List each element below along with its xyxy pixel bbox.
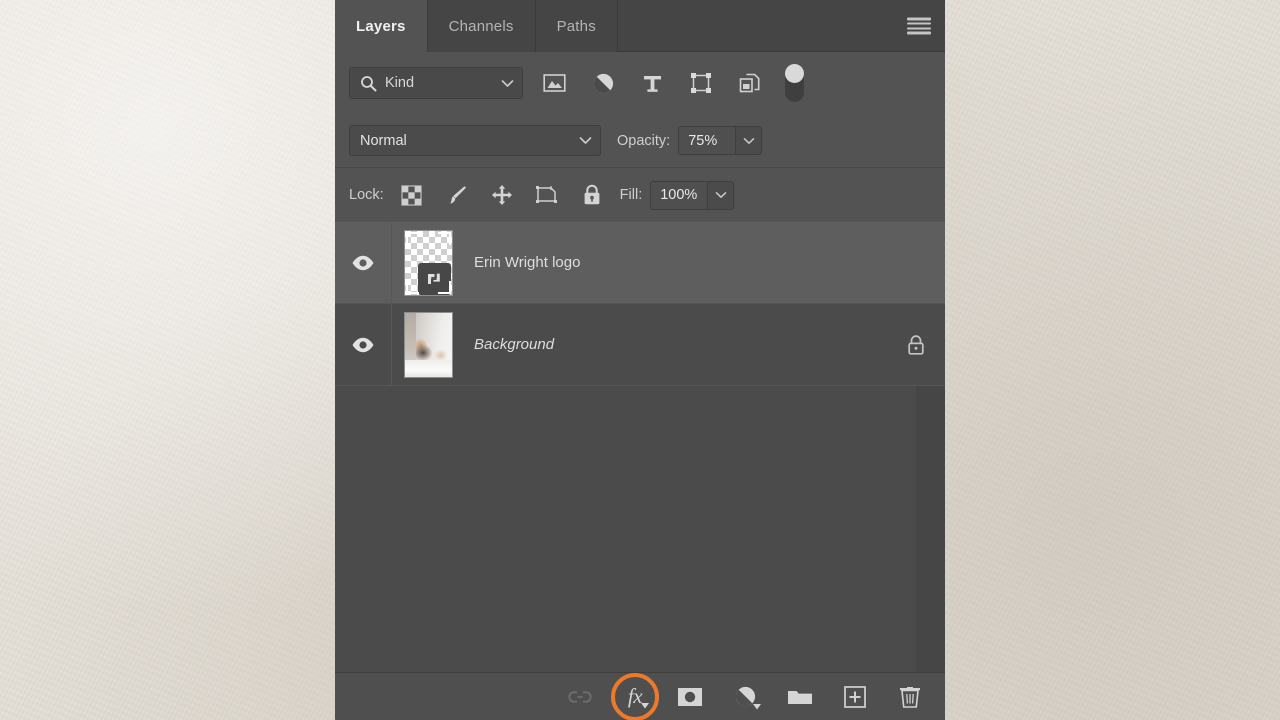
chevron-down-icon <box>579 136 592 145</box>
move-arrows-icon[interactable] <box>490 183 514 207</box>
eye-icon <box>351 337 375 353</box>
layer-name-label[interactable]: Background <box>460 336 887 353</box>
filter-kind-label: Kind <box>385 75 415 91</box>
add-layer-mask-button[interactable] <box>677 684 703 710</box>
layer-thumbnail[interactable] <box>396 311 460 378</box>
new-layer-button[interactable] <box>842 684 868 710</box>
layer-visibility-toggle[interactable] <box>335 222 392 303</box>
tab-channels[interactable]: Channels <box>427 0 536 52</box>
opacity-field[interactable]: 75% <box>678 126 763 155</box>
fill-field[interactable]: 100% <box>650 180 735 210</box>
checkerboard-icon[interactable] <box>400 183 424 207</box>
panel-tab-bar: Layers Channels Paths <box>335 0 945 52</box>
eye-icon <box>351 255 375 271</box>
blend-opacity-bar: Normal Opacity: 75% <box>335 114 945 168</box>
image-icon[interactable] <box>541 70 567 96</box>
chevron-down-icon <box>501 79 514 88</box>
shape-bounding-box-icon[interactable] <box>688 70 714 96</box>
search-icon <box>360 75 377 92</box>
filter-enable-toggle[interactable] <box>785 64 804 102</box>
adjustment-half-circle-icon[interactable] <box>590 70 616 96</box>
tab-layers[interactable]: Layers <box>335 0 428 52</box>
type-t-icon[interactable] <box>639 70 665 96</box>
opacity-value[interactable]: 75% <box>679 127 736 154</box>
blend-mode-value: Normal <box>360 132 407 149</box>
blend-mode-dropdown[interactable]: Normal <box>349 125 601 156</box>
fill-chevron-down-icon[interactable] <box>707 181 733 209</box>
artboard-icon[interactable] <box>535 183 559 207</box>
table-row[interactable]: Background <box>335 304 945 386</box>
layers-panel-toolbar: fx <box>335 672 945 720</box>
tab-layers-label: Layers <box>356 17 406 35</box>
padlock-icon[interactable] <box>580 183 604 207</box>
layer-thumbnail[interactable] <box>396 229 460 296</box>
layers-panel: Layers Channels Paths Kind Normal Opacit… <box>335 0 945 720</box>
layer-name-label[interactable]: Erin Wright logo <box>460 254 887 271</box>
layer-style-fx-button[interactable]: fx <box>611 672 659 720</box>
opacity-label: Opacity: <box>617 132 671 149</box>
lock-label: Lock: <box>349 187 384 203</box>
fx-icon: fx <box>627 684 643 708</box>
lock-bar: Lock: Fill: 100% <box>335 168 945 222</box>
tab-channels-label: Channels <box>448 17 514 35</box>
paintbrush-icon[interactable] <box>445 183 469 207</box>
layer-visibility-toggle[interactable] <box>335 304 392 385</box>
new-adjustment-layer-button[interactable] <box>732 684 761 710</box>
smart-object-icon[interactable] <box>737 70 763 96</box>
padlock-icon <box>906 334 926 356</box>
layer-list[interactable]: Erin Wright logo Background <box>335 222 945 672</box>
fill-label: Fill: <box>619 187 643 203</box>
tab-paths-label: Paths <box>556 17 596 35</box>
fill-value[interactable]: 100% <box>651 181 708 209</box>
hamburger-menu-icon[interactable] <box>907 17 931 35</box>
new-group-button[interactable] <box>787 684 813 710</box>
delete-layer-button[interactable] <box>897 684 923 710</box>
filter-type-buttons <box>541 70 763 96</box>
layer-filter-bar: Kind <box>335 52 945 114</box>
background-photo-preview <box>404 312 452 377</box>
filter-kind-dropdown[interactable]: Kind <box>349 67 523 99</box>
table-row[interactable]: Erin Wright logo <box>335 222 945 304</box>
layer-lock-indicator[interactable] <box>887 334 945 356</box>
tab-bar-filler <box>617 0 945 52</box>
link-layers-button[interactable] <box>567 684 593 710</box>
tab-paths[interactable]: Paths <box>535 0 618 52</box>
lock-buttons <box>400 183 604 207</box>
opacity-chevron-down-icon[interactable] <box>735 127 761 154</box>
